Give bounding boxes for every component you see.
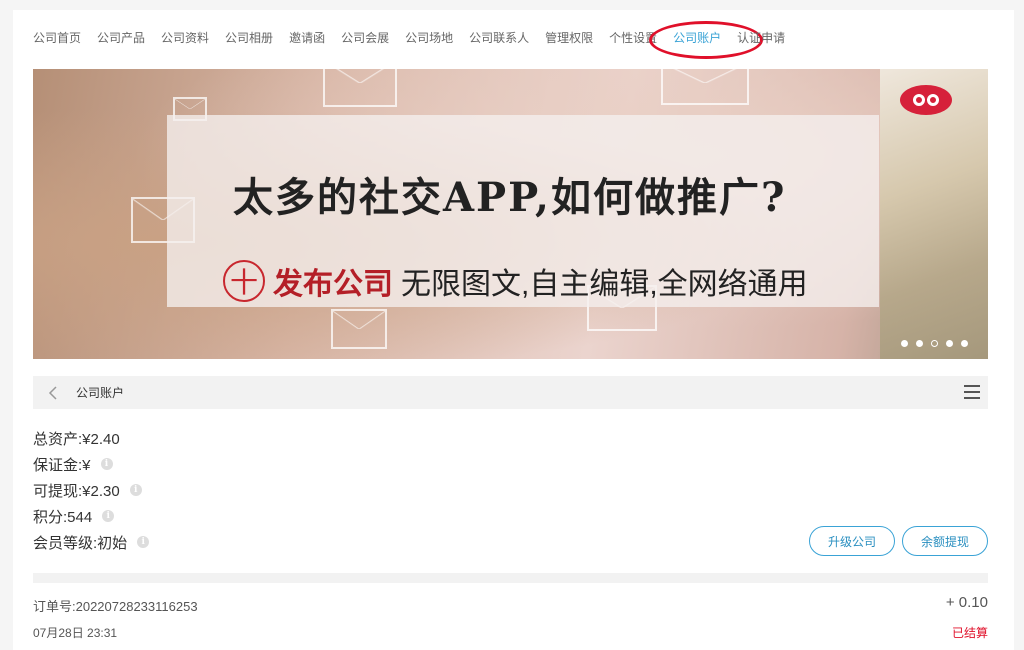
page-title: 公司账户	[76, 386, 125, 400]
nav-item-certification[interactable]: 认证申请	[737, 30, 785, 46]
member-level-row: 会员等级:初始 i	[33, 529, 150, 555]
order-number: 订单号:20220728233116253	[33, 599, 198, 614]
nav-item-venue[interactable]: 公司场地	[405, 30, 453, 46]
withdrawable-row: 可提现:¥2.30 i	[33, 477, 149, 503]
section-divider	[33, 573, 988, 583]
banner-sub-text: 无限图文,自主编辑,全网络通用	[401, 268, 808, 301]
carousel-dot[interactable]	[916, 340, 923, 347]
withdraw-balance-button[interactable]: 余额提现	[902, 526, 988, 556]
envelope-decoration	[331, 309, 387, 349]
section-title-bar: 公司账户	[33, 376, 988, 409]
info-icon[interactable]: i	[137, 536, 150, 548]
total-assets-row: 总资产:¥2.40	[33, 425, 149, 451]
chevron-left-icon[interactable]	[33, 376, 73, 409]
envelope-decoration	[323, 69, 397, 107]
carousel-dot[interactable]	[961, 340, 968, 347]
nav-item-exhibition[interactable]: 公司会展	[341, 30, 389, 46]
nav-item-products[interactable]: 公司产品	[97, 30, 145, 46]
deposit-text: 保证金:¥	[33, 456, 91, 474]
carousel-dot-active[interactable]	[931, 340, 938, 347]
info-icon[interactable]: i	[100, 458, 113, 470]
nav-item-home[interactable]: 公司首页	[33, 30, 81, 46]
100-logo-icon	[900, 85, 952, 115]
order-status-badge: 已结算	[951, 626, 988, 640]
total-assets-text: 总资产:¥2.40	[33, 430, 120, 448]
nav-item-company-account[interactable]: 公司账户	[649, 21, 764, 59]
banner-subline: 十 发布公司 无限图文,自主编辑,全网络通用	[223, 259, 808, 303]
top-navigation: 公司首页 公司产品 公司资料 公司相册 邀请函 公司会展 公司场地 公司联系人 …	[33, 20, 801, 59]
withdrawable-text: 可提现:¥2.30	[33, 482, 120, 500]
hamburger-menu-icon[interactable]	[964, 385, 980, 399]
points-row: 积分:544 i	[33, 503, 149, 529]
upgrade-company-button[interactable]: 升级公司	[809, 526, 895, 556]
carousel-dot[interactable]	[901, 340, 908, 347]
nav-item-permissions[interactable]: 管理权限	[545, 30, 593, 46]
deposit-row: 保证金:¥ i	[33, 451, 149, 477]
info-icon[interactable]: i	[102, 510, 115, 522]
info-icon[interactable]: i	[129, 484, 142, 496]
banner-sub-strong: 发布公司	[273, 267, 393, 302]
nav-item-invitation[interactable]: 邀请函	[289, 30, 325, 46]
carousel-dot[interactable]	[946, 340, 953, 347]
promo-banner-carousel[interactable]: 太多的社交APP,如何做推广? 十 发布公司 无限图文,自主编辑,全网络通用	[33, 69, 988, 359]
order-time: 07月28日 23:31	[33, 626, 118, 640]
banner-headline: 太多的社交APP,如何做推广?	[233, 174, 787, 221]
nav-item-profile[interactable]: 公司资料	[161, 30, 209, 46]
order-amount: + 0.10	[945, 594, 988, 611]
plus-circle-icon: 十	[223, 260, 265, 302]
envelope-decoration	[661, 69, 749, 105]
nav-item-contacts[interactable]: 公司联系人	[469, 30, 529, 46]
page-container: 公司首页 公司产品 公司资料 公司相册 邀请函 公司会展 公司场地 公司联系人 …	[13, 10, 1014, 650]
order-list-item[interactable]: 订单号:20220728233116253 + 0.10 07月28日 23:3…	[33, 594, 988, 650]
member-level-text: 会员等级:初始	[33, 534, 128, 552]
nav-item-album[interactable]: 公司相册	[225, 30, 273, 46]
carousel-dots	[893, 340, 968, 347]
account-summary: 总资产:¥2.40 保证金:¥ i 可提现:¥2.30 i 积分:544 i 会…	[33, 425, 150, 555]
points-text: 积分:544	[33, 508, 93, 526]
